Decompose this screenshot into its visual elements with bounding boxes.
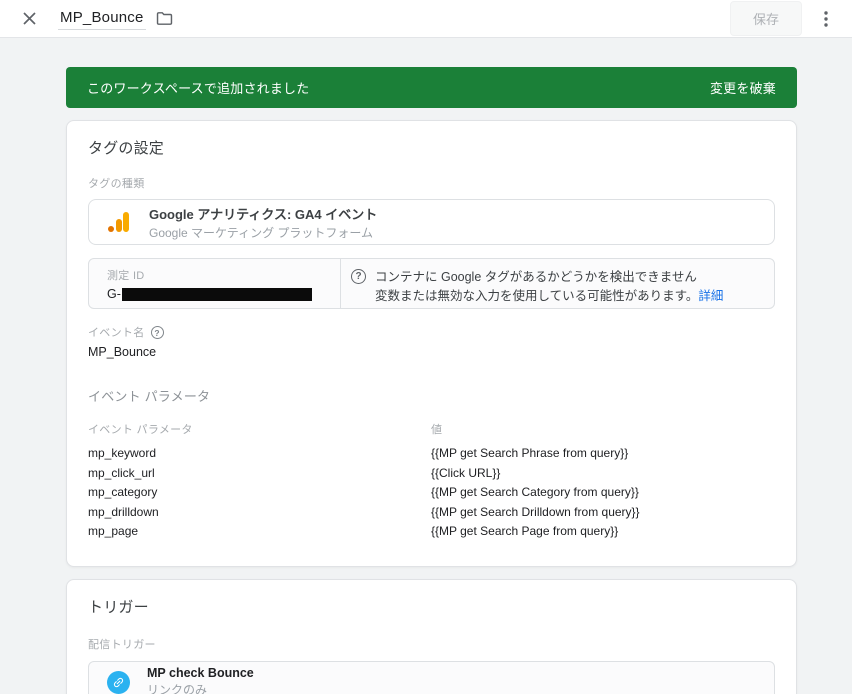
discard-changes-button[interactable]: 変更を破棄 xyxy=(710,78,776,97)
trigger-card: トリガー 配信トリガー MP check Bounce リンクのみ xyxy=(66,578,797,694)
table-row: mp_page {{MP get Search Page from query}… xyxy=(88,524,619,538)
measurement-id-value: G- xyxy=(107,287,340,301)
main-content: このワークスペースで追加されました 変更を破棄 タグの設定 タグの種類 Goog… xyxy=(0,38,852,694)
warning-line1: コンテナに Google タグがあるかどうかを検出できません xyxy=(375,270,697,284)
trigger-card-title: トリガー xyxy=(88,598,149,616)
table-row: mp_category {{MP get Search Category fro… xyxy=(88,485,639,499)
workspace-change-banner: このワークスペースで追加されました 変更を破棄 xyxy=(66,67,797,108)
trigger-text: MP check Bounce リンクのみ xyxy=(147,666,254,694)
tag-type-selector[interactable]: Google アナリティクス: GA4 イベント Google マーケティング … xyxy=(88,199,775,245)
param-name-column-header: イベント パラメータ xyxy=(88,424,193,436)
tag-config-card: タグの設定 タグの種類 Google アナリティクス: GA4 イベント Goo… xyxy=(66,120,797,567)
trigger-item[interactable]: MP check Bounce リンクのみ xyxy=(88,660,775,694)
event-name-label-row: イベント名 ? xyxy=(88,324,775,340)
trigger-name: MP check Bounce xyxy=(147,666,254,680)
event-parameters-section-title: イベント パラメータ xyxy=(88,389,211,404)
measurement-id-box: 測定 ID G- ? コンテナに Google タグがあるかどうかを検出できませ… xyxy=(88,258,775,309)
details-link[interactable]: 詳細 xyxy=(698,289,723,303)
event-name-label: イベント名 xyxy=(88,327,145,339)
google-analytics-icon xyxy=(107,210,131,234)
measurement-id-field[interactable]: 測定 ID G- xyxy=(89,259,341,308)
redacted-value xyxy=(121,287,312,301)
page-title: MP_Bounce xyxy=(60,9,144,26)
parameters-table-header: イベント パラメータ 値 xyxy=(88,421,775,437)
tag-type-name: Google アナリティクス: GA4 イベント xyxy=(149,206,378,222)
table-row: mp_drilldown {{MP get Search Drilldown f… xyxy=(88,504,640,519)
tag-title-field[interactable]: MP_Bounce xyxy=(58,7,146,30)
banner-message: このワークスペースで追加されました xyxy=(87,81,310,96)
tag-type-text: Google アナリティクス: GA4 イベント Google マーケティング … xyxy=(149,204,377,241)
parameters-table: mp_keyword {{MP get Search Phrase from q… xyxy=(88,444,775,542)
warning-line2: 変数または無効な入力を使用している可能性があります。詳細 xyxy=(375,289,724,303)
tag-type-label: タグの種類 xyxy=(88,178,145,190)
tag-config-title: タグの設定 xyxy=(88,140,165,157)
help-icon: ? xyxy=(351,269,366,284)
link-trigger-icon xyxy=(107,670,130,694)
event-name-value: MP_Bounce xyxy=(88,345,157,359)
tag-type-platform: Google マーケティング プラットフォーム xyxy=(149,225,374,240)
top-bar: MP_Bounce 保存 xyxy=(0,0,852,38)
event-name-help-icon[interactable]: ? xyxy=(150,326,164,339)
folder-icon[interactable] xyxy=(156,11,173,26)
more-menu-icon[interactable] xyxy=(816,9,836,29)
save-button[interactable]: 保存 xyxy=(729,1,802,36)
table-row: mp_click_url {{Click URL}} xyxy=(88,465,501,480)
measurement-id-label: 測定 ID xyxy=(107,270,145,282)
param-value-column-header: 値 xyxy=(431,424,443,436)
warning-text: コンテナに Google タグがあるかどうかを検出できません 変数または無効な入… xyxy=(375,268,723,306)
table-row: mp_keyword {{MP get Search Phrase from q… xyxy=(88,446,629,460)
google-tag-warning: ? コンテナに Google タグがあるかどうかを検出できません 変数または無効… xyxy=(341,259,735,308)
close-icon[interactable] xyxy=(20,10,38,28)
trigger-type: リンクのみ xyxy=(147,683,208,694)
firing-trigger-label: 配信トリガー xyxy=(88,638,156,651)
